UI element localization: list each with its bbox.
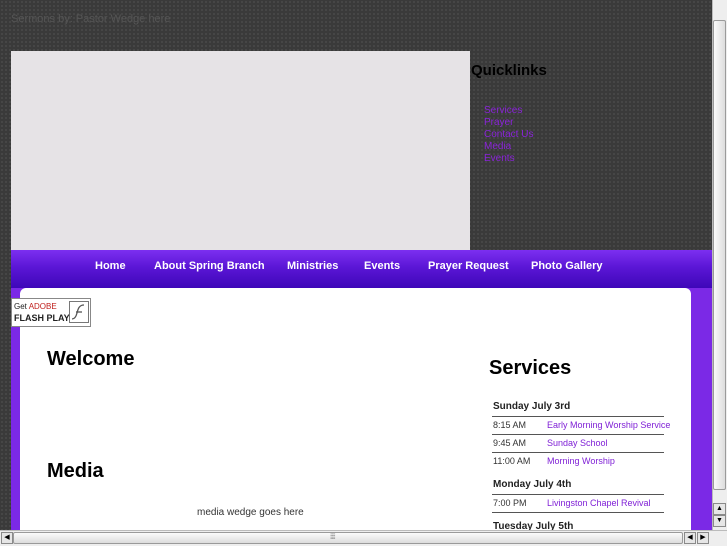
quicklink-services[interactable]: Services (484, 105, 711, 117)
quicklink-prayer[interactable]: Prayer (484, 117, 711, 129)
flash-badge-adobe: ADOBE (28, 302, 57, 311)
service-time: 7:00 PM (493, 498, 527, 508)
quicklink-contact-us[interactable]: Contact Us (484, 129, 711, 141)
get-flash-player-badge[interactable]: Get ADOBE FLASH PLAYER (11, 298, 91, 327)
quicklinks-panel: Quicklinks Services Prayer Contact Us Me… (471, 62, 711, 165)
quicklinks-list: Services Prayer Contact Us Media Events (484, 105, 711, 165)
welcome-heading: Welcome (47, 348, 135, 370)
arrow-down-icon[interactable]: ▼ (713, 515, 726, 527)
service-time: 8:15 AM (493, 420, 527, 430)
nav-photo-gallery[interactable]: Photo Gallery (531, 260, 603, 272)
quicklink-media[interactable]: Media (484, 141, 711, 153)
nav-prayer-request[interactable]: Prayer Request (428, 260, 509, 272)
flash-logo-icon (69, 301, 89, 323)
nav-ministries[interactable]: Ministries (287, 260, 338, 272)
divider (492, 416, 664, 417)
service-time: 9:45 AM (493, 438, 527, 448)
main-nav: Home About Spring Branch Ministries Even… (11, 250, 712, 288)
arrow-left-icon[interactable]: ◀ (1, 532, 13, 544)
arrow-up-icon[interactable]: ▲ (713, 503, 726, 515)
service-link[interactable]: Morning Worship (547, 456, 615, 466)
services-heading: Services (489, 357, 572, 379)
service-day-heading: Monday July 4th (493, 479, 572, 490)
service-link[interactable]: Early Morning Worship Service (547, 420, 670, 430)
horizontal-scroll-thumb[interactable] (13, 532, 683, 544)
nav-events[interactable]: Events (364, 260, 400, 272)
arrow-right-icon[interactable]: ▶ (697, 532, 709, 544)
service-link[interactable]: Livingston Chapel Revival (547, 498, 651, 508)
media-heading: Media (47, 460, 104, 482)
divider (492, 512, 664, 513)
divider (492, 452, 664, 453)
arrow-left-icon[interactable]: ◀ (684, 532, 696, 544)
service-day-heading: Sunday July 3rd (493, 401, 571, 412)
nav-home[interactable]: Home (95, 260, 126, 272)
nav-about-spring-branch[interactable]: About Spring Branch (154, 260, 265, 272)
site-tagline: Sermons by: Pastor Wedge here (11, 13, 171, 25)
vertical-scroll-thumb[interactable] (713, 20, 726, 490)
flash-badge-top-line: Get ADOBE (14, 302, 57, 311)
divider (492, 494, 664, 495)
flash-badge-get: Get (14, 302, 27, 311)
service-time: 11:00 AM (493, 456, 531, 466)
media-placeholder-text: media wedge goes here (197, 507, 304, 518)
quicklink-events[interactable]: Events (484, 153, 711, 165)
hero-image-placeholder (11, 51, 470, 250)
scroll-grip-icon: ⁞⁞⁞⁞⁞ (330, 534, 336, 541)
divider (492, 434, 664, 435)
quicklinks-title: Quicklinks (471, 62, 547, 79)
service-link[interactable]: Sunday School (547, 438, 608, 448)
